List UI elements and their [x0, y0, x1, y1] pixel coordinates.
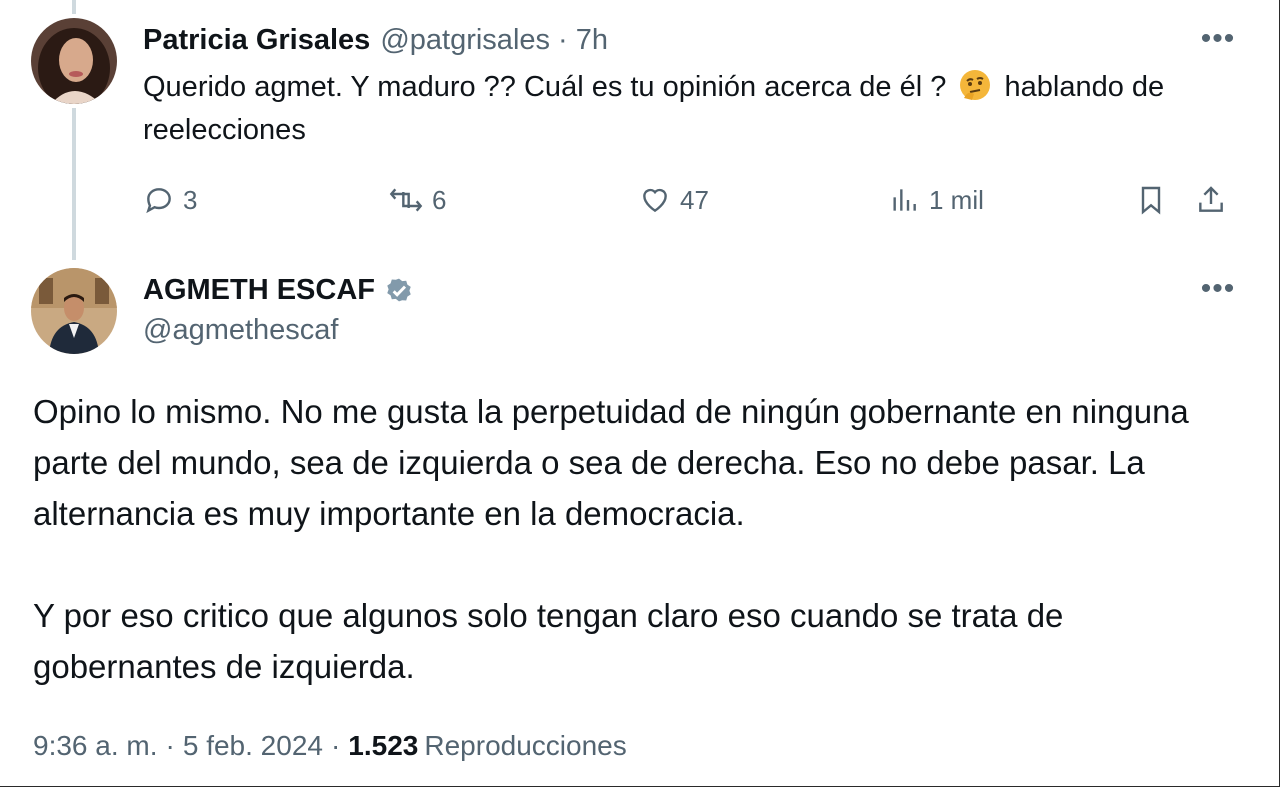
views-button[interactable]: 1 mil: [887, 178, 984, 222]
avatar-agmeth-escaf[interactable]: [31, 268, 117, 354]
more-icon: •••: [1200, 272, 1236, 305]
bookmark-icon: [1141, 186, 1161, 215]
thread-line-top: [72, 0, 76, 14]
reply-tweet-actions: 3 6 47 1 mil: [143, 178, 1243, 222]
tweet-paragraph-1: Opino lo mismo. No me gusta la perpetuid…: [33, 393, 1189, 532]
views-count: 1 mil: [929, 184, 984, 215]
author-name[interactable]: Patricia Grisales: [143, 24, 370, 57]
author-handle[interactable]: @patgrisales: [380, 24, 550, 57]
retweet-icon: [389, 188, 423, 212]
author-name: AGMETH ESCAF: [143, 273, 375, 306]
like-button[interactable]: 47: [638, 178, 709, 222]
share-button[interactable]: [1195, 178, 1235, 222]
tweet-date[interactable]: 5 feb. 2024: [183, 730, 323, 762]
more-options-button[interactable]: •••: [1198, 272, 1238, 305]
verified-badge-icon: [387, 278, 411, 302]
retweet-button[interactable]: 6: [388, 178, 446, 222]
more-options-button[interactable]: •••: [1198, 22, 1238, 55]
bookmark-button[interactable]: [1135, 178, 1175, 222]
main-tweet-author[interactable]: AGMETH ESCAF: [143, 270, 415, 310]
author-handle[interactable]: @agmethescaf: [143, 314, 338, 347]
tweet-paragraph-2: Y por eso critico que algunos solo tenga…: [33, 597, 1064, 685]
heart-icon: [643, 188, 667, 213]
tweet-timestamp[interactable]: 9:36 a. m.: [33, 730, 158, 762]
avatar-patricia-grisales[interactable]: [31, 18, 117, 104]
views-label: Reproducciones: [424, 730, 627, 761]
views-total: 1.523: [348, 730, 419, 761]
reply-tweet-header: Patricia Grisales @patgrisales · 7h: [143, 22, 608, 58]
reply-count: 3: [183, 184, 198, 215]
reply-icon: [146, 188, 171, 214]
thinking-face-emoji-icon: [960, 70, 991, 100]
reply-text-part1: Querido agmet. Y maduro ?? Cuál es tu op…: [143, 71, 947, 103]
tweet-metadata: 9:36 a. m. · 5 feb. 2024 · 1.523 Reprodu…: [33, 726, 627, 766]
separator-dot: ·: [165, 730, 175, 761]
share-icon: [1199, 186, 1223, 212]
reply-tweet-text: Querido agmet. Y maduro ?? Cuál es tu op…: [143, 66, 1253, 152]
more-icon: •••: [1200, 22, 1236, 55]
main-tweet-text: Opino lo mismo. No me gusta la perpetuid…: [33, 386, 1253, 692]
separator-dot: ·: [558, 23, 568, 56]
retweet-count: 6: [432, 184, 447, 215]
like-count: 47: [680, 184, 709, 215]
tweet-time[interactable]: 7h: [576, 24, 608, 57]
separator-dot: ·: [330, 730, 341, 761]
thread-line: [72, 108, 76, 260]
views-chart-icon: [893, 189, 916, 211]
reply-button[interactable]: 3: [143, 178, 197, 222]
